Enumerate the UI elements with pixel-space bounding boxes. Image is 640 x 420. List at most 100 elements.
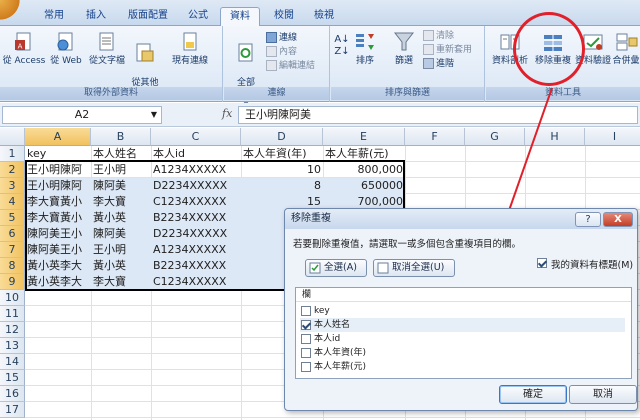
reapply-button[interactable]: 重新套用 (423, 44, 472, 56)
row-header-8[interactable]: 8 (0, 258, 25, 274)
table-cell[interactable]: B2234XXXXX (151, 210, 241, 226)
tab-insert[interactable]: 插入 (78, 7, 114, 26)
tab-view[interactable]: 檢視 (306, 7, 342, 26)
table-cell[interactable]: D2234XXXXX (151, 226, 241, 242)
help-button[interactable]: ? (575, 212, 601, 227)
cancel-button[interactable]: 取消 (569, 385, 637, 404)
row-header-7[interactable]: 7 (0, 242, 25, 258)
table-cell[interactable]: 李大寶 (91, 274, 151, 290)
tab-review[interactable]: 校閱 (266, 7, 302, 26)
table-cell[interactable]: 650000 (323, 178, 405, 194)
column-header-i[interactable]: I (585, 128, 640, 146)
clear-filter-button[interactable]: 清除 (423, 30, 454, 42)
has-headers-checkbox[interactable] (537, 258, 547, 268)
list-item[interactable]: 本人id (300, 332, 625, 346)
table-cell[interactable]: A1234XXXXX (151, 162, 241, 178)
sort-button[interactable]: 排序 (353, 30, 377, 67)
row-header-15[interactable]: 15 (0, 370, 25, 386)
header-cell[interactable]: 本人id (151, 146, 241, 162)
has-headers-option[interactable]: 我的資料有標題(M) (537, 257, 633, 271)
column-header-h[interactable]: H (525, 128, 585, 146)
list-item[interactable]: key (300, 304, 625, 318)
column-header-e[interactable]: E (323, 128, 405, 146)
column-header-f[interactable]: F (405, 128, 465, 146)
table-cell[interactable]: 800,000 (323, 162, 405, 178)
header-cell[interactable]: 本人年資(年) (241, 146, 323, 162)
table-cell[interactable]: 8 (241, 178, 323, 194)
row-header-12[interactable]: 12 (0, 322, 25, 338)
filter-button[interactable]: 篩選 (389, 30, 419, 67)
table-cell[interactable]: 王小明陳阿 (25, 162, 91, 178)
office-button[interactable] (0, 0, 24, 26)
consolidate-button[interactable]: 合併彙 (611, 30, 640, 67)
table-cell[interactable]: 陳阿美 (91, 178, 151, 194)
table-cell[interactable]: A1234XXXXX (151, 242, 241, 258)
table-cell[interactable]: C1234XXXXX (151, 274, 241, 290)
row-header-14[interactable]: 14 (0, 354, 25, 370)
from-text-button[interactable]: 從文字檔 (86, 30, 128, 67)
column-header-a[interactable]: A (25, 128, 91, 146)
insert-function-icon[interactable]: fx (222, 107, 232, 120)
column-checkbox[interactable] (301, 320, 311, 330)
header-cell[interactable]: 本人年薪(元) (323, 146, 405, 162)
tab-data[interactable]: 資料 (220, 7, 260, 27)
row-header-17[interactable]: 17 (0, 402, 25, 418)
table-cell[interactable]: C1234XXXXX (151, 194, 241, 210)
table-cell[interactable]: 王小明 (91, 162, 151, 178)
from-web-button[interactable]: 從 Web (47, 30, 85, 67)
table-cell[interactable]: 李大寶黃小 (25, 210, 91, 226)
connections-button[interactable]: 連線 (266, 32, 297, 44)
ok-button[interactable]: 確定 (499, 385, 567, 404)
column-header-c[interactable]: C (151, 128, 241, 146)
row-header-10[interactable]: 10 (0, 290, 25, 306)
row-header-4[interactable]: 4 (0, 194, 25, 210)
column-header-d[interactable]: D (241, 128, 323, 146)
table-cell[interactable]: 李大寶 (91, 194, 151, 210)
row-header-16[interactable]: 16 (0, 386, 25, 402)
column-checkbox[interactable] (301, 362, 311, 372)
row-header-3[interactable]: 3 (0, 178, 25, 194)
row-header-6[interactable]: 6 (0, 226, 25, 242)
from-access-button[interactable]: A 從 Access (2, 30, 46, 67)
row-header-11[interactable]: 11 (0, 306, 25, 322)
tab-page-layout[interactable]: 版面配置 (120, 7, 176, 26)
columns-listbox[interactable]: 欄 key 本人姓名 本人id 本人年資(年) 本人年薪(元) (295, 287, 632, 379)
table-cell[interactable]: 黃小英李大 (25, 258, 91, 274)
column-header-g[interactable]: G (465, 128, 525, 146)
unselect-all-button[interactable]: 取消全選(U) (373, 259, 455, 277)
sort-az-button[interactable]: A↓ Z↓ (333, 34, 351, 58)
header-cell[interactable]: key (25, 146, 91, 162)
column-checkbox[interactable] (301, 334, 311, 344)
table-cell[interactable]: 陳阿美王小 (25, 226, 91, 242)
header-cell[interactable]: 本人姓名 (91, 146, 151, 162)
list-item[interactable]: 本人姓名 (300, 318, 625, 332)
advanced-filter-button[interactable]: 進階 (423, 58, 454, 70)
column-checkbox[interactable] (301, 306, 311, 316)
close-button[interactable]: X (603, 212, 633, 227)
table-cell[interactable]: 黃小英 (91, 258, 151, 274)
list-item[interactable]: 本人年薪(元) (300, 360, 625, 374)
row-header-2[interactable]: 2 (0, 162, 25, 178)
tab-home[interactable]: 常用 (36, 7, 72, 26)
table-cell[interactable]: 李大寶黃小 (25, 194, 91, 210)
table-cell[interactable]: D2234XXXXX (151, 178, 241, 194)
table-cell[interactable]: 王小明陳阿 (25, 178, 91, 194)
select-all-button[interactable]: 全選(A) (305, 259, 367, 277)
row-header-5[interactable]: 5 (0, 210, 25, 226)
table-cell[interactable]: B2234XXXXX (151, 258, 241, 274)
table-cell[interactable]: 王小明 (91, 242, 151, 258)
properties-button[interactable]: 內容 (266, 46, 297, 58)
select-all-corner[interactable] (0, 128, 25, 146)
row-header-9[interactable]: 9 (0, 274, 25, 290)
row-header-13[interactable]: 13 (0, 338, 25, 354)
column-header-b[interactable]: B (91, 128, 151, 146)
column-checkbox[interactable] (301, 348, 311, 358)
tab-formulas[interactable]: 公式 (180, 7, 216, 26)
table-cell[interactable]: 黃小英李大 (25, 274, 91, 290)
table-cell[interactable]: 陳阿美王小 (25, 242, 91, 258)
chevron-down-icon[interactable]: ▼ (151, 107, 157, 123)
existing-connections-button[interactable]: 現有連線 (166, 30, 214, 67)
list-item[interactable]: 本人年資(年) (300, 346, 625, 360)
formula-input[interactable]: 王小明陳阿美 (238, 106, 638, 124)
row-header-1[interactable]: 1 (0, 146, 25, 162)
